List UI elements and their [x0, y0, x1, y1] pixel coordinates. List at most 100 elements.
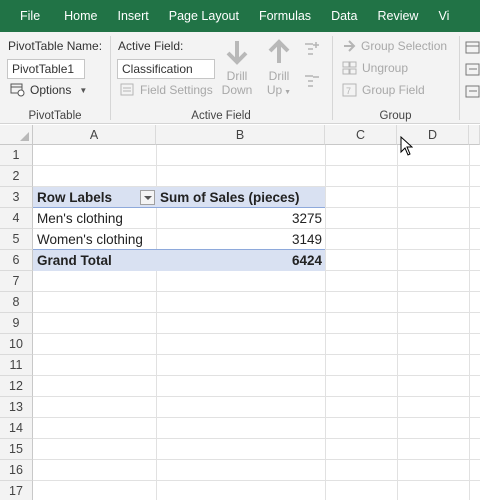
pivot-row-labels-header[interactable]: Row Labels: [34, 187, 139, 208]
ribbon-tab-bar: File Home Insert Page Layout Formulas Da…: [0, 0, 480, 32]
svg-text:7: 7: [346, 86, 351, 96]
pivot-item-value[interactable]: 3275: [157, 208, 325, 229]
tab-review[interactable]: Review: [367, 0, 428, 32]
group-selection-label: Group Selection: [361, 39, 448, 53]
select-all-button[interactable]: [0, 125, 33, 145]
row-labels-filter-dropdown-icon[interactable]: [140, 190, 155, 205]
collapse-field-icon: [305, 75, 319, 87]
group-field-label: Group Field: [362, 83, 425, 97]
mouse-pointer-icon: [400, 135, 414, 159]
row-header[interactable]: 13: [0, 397, 33, 418]
ungroup-label: Ungroup: [362, 61, 409, 75]
gridline: [33, 396, 480, 397]
pivot-value-header[interactable]: Sum of Sales (pieces): [157, 187, 325, 208]
gridline: [397, 145, 398, 500]
gridline: [33, 354, 480, 355]
group-selection-button[interactable]: Group Selection: [343, 39, 447, 53]
group-selection-arrow-icon: [344, 40, 356, 52]
drill-up-label-line2: Up: [266, 83, 283, 97]
drill-down-arrow-icon: [226, 41, 248, 65]
gridline: [33, 165, 480, 166]
row-header[interactable]: 14: [0, 418, 33, 439]
gridline: [325, 145, 326, 500]
ungroup-button[interactable]: Ungroup: [342, 61, 408, 75]
tab-page-layout[interactable]: Page Layout: [159, 0, 249, 32]
row-header[interactable]: 12: [0, 376, 33, 397]
tab-home[interactable]: Home: [54, 0, 107, 32]
options-button[interactable]: Options ▼: [10, 83, 87, 97]
gridline: [33, 438, 480, 439]
field-settings-button[interactable]: Field Settings: [120, 83, 213, 97]
drill-up-label-line1: Drill: [268, 69, 290, 83]
active-field-group: Active Field: Classification Field Setti…: [111, 32, 331, 124]
expand-field-button[interactable]: [304, 42, 320, 59]
drill-down-button[interactable]: Drill Down: [219, 39, 255, 97]
row-header[interactable]: 5: [0, 229, 33, 250]
gridline: [469, 145, 470, 500]
tab-view[interactable]: Vi: [428, 0, 459, 32]
row-header[interactable]: 9: [0, 313, 33, 334]
row-header[interactable]: 15: [0, 439, 33, 460]
gridline: [33, 312, 480, 313]
ribbon-separator: [459, 36, 460, 120]
ungroup-icon: [342, 61, 357, 75]
options-icon: [10, 83, 25, 97]
tab-formulas[interactable]: Formulas: [249, 0, 321, 32]
worksheet-grid[interactable]: A B C D 1 2 3 4 5 6 7 8 9 10 11 12 13 14…: [0, 125, 480, 500]
row-header[interactable]: 7: [0, 271, 33, 292]
group-field-button[interactable]: 7 Group Field: [342, 83, 425, 97]
gridline: [33, 459, 480, 460]
tab-insert[interactable]: Insert: [108, 0, 159, 32]
pivot-item-label[interactable]: Women's clothing: [34, 229, 156, 250]
pivottable-name-label: PivotTable Name:: [8, 39, 103, 53]
row-header[interactable]: 8: [0, 292, 33, 313]
pivottable-group: PivotTable Name: PivotTable1 Options ▼ P…: [0, 32, 110, 124]
tab-data[interactable]: Data: [321, 0, 367, 32]
drill-down-label-line1: Drill: [226, 69, 248, 83]
pivot-grand-total-value[interactable]: 6424: [157, 250, 325, 271]
gridline: [33, 417, 480, 418]
pivot-item-label[interactable]: Men's clothing: [34, 208, 156, 229]
expand-field-icon: [305, 42, 319, 55]
gridline: [33, 333, 480, 334]
group-field-icon: 7: [342, 83, 357, 97]
column-header-c[interactable]: C: [325, 125, 397, 145]
row-header[interactable]: 16: [0, 460, 33, 481]
drill-up-button[interactable]: Drill Up ▼: [261, 39, 297, 100]
ribbon: PivotTable Name: PivotTable1 Options ▼ P…: [0, 32, 480, 124]
gridline: [33, 480, 480, 481]
row-header[interactable]: 11: [0, 355, 33, 376]
row-header[interactable]: 10: [0, 334, 33, 355]
options-label: Options: [30, 83, 72, 97]
field-settings-icon: [120, 83, 134, 96]
pivot-item-value[interactable]: 3149: [157, 229, 325, 250]
row-header[interactable]: 4: [0, 208, 33, 229]
row-header[interactable]: 3: [0, 187, 33, 208]
partial-group-icons: [465, 41, 480, 98]
row-header[interactable]: 2: [0, 166, 33, 187]
pivot-grand-total-label[interactable]: Grand Total: [34, 250, 156, 271]
pivottable-group-label: PivotTable: [28, 110, 82, 122]
tab-file[interactable]: File: [0, 0, 54, 32]
column-header-b[interactable]: B: [156, 125, 325, 145]
row-header[interactable]: 1: [0, 145, 33, 166]
gridline: [33, 291, 480, 292]
row-header[interactable]: 17: [0, 481, 33, 500]
next-group-partial: [465, 40, 480, 103]
active-field-group-label: Active Field: [191, 110, 251, 122]
field-settings-label: Field Settings: [140, 83, 213, 97]
pivottable-name-input[interactable]: PivotTable1: [7, 59, 85, 79]
drill-up-dropdown-arrow-icon: ▼: [282, 89, 292, 96]
drill-up-arrow-icon: [268, 39, 290, 63]
collapse-field-button[interactable]: [304, 74, 320, 91]
group-group: Group Selection Ungroup 7 Group Field Gr…: [333, 32, 458, 124]
drill-down-label-line2: Down: [221, 83, 253, 97]
column-header-e-partial[interactable]: [469, 125, 480, 145]
row-header[interactable]: 6: [0, 250, 33, 271]
column-header-a[interactable]: A: [33, 125, 156, 145]
active-field-label: Active Field:: [118, 39, 184, 53]
group-group-label: Group: [379, 110, 412, 122]
active-field-input[interactable]: Classification: [117, 59, 215, 79]
gridline: [33, 375, 480, 376]
options-dropdown-arrow-icon: ▼: [79, 85, 88, 95]
